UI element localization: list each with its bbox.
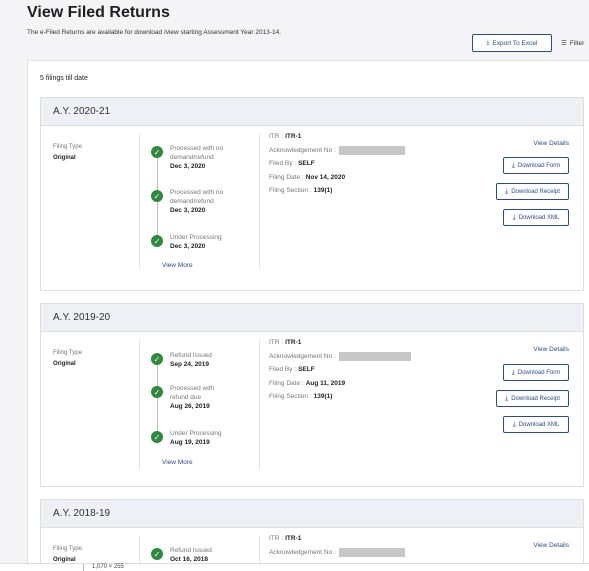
view-details-link[interactable]: View Details bbox=[533, 542, 569, 549]
check-icon: ✓ bbox=[151, 235, 163, 247]
assessment-year-title: A.Y. 2018-19 bbox=[41, 500, 583, 528]
ack-row: Acknowledgement No : bbox=[269, 144, 469, 158]
step-status: Refund Issued bbox=[170, 547, 212, 554]
check-icon: ✓ bbox=[151, 353, 163, 365]
filing-type-label: Filing Type bbox=[53, 350, 82, 356]
export-label: Export To Excel bbox=[492, 39, 538, 47]
filing-type: Filing Type Original bbox=[53, 537, 82, 563]
step-date: Aug 26, 2019 bbox=[170, 403, 210, 410]
itr-row: ITR : ITR-1 bbox=[269, 339, 302, 347]
filter-icon: ☰ bbox=[561, 40, 567, 47]
step-date: Dec 3, 2020 bbox=[170, 163, 206, 170]
download-icon: ⤓ bbox=[512, 420, 516, 428]
divider bbox=[139, 340, 140, 470]
timeline-step: ✓ Processed with refund due Aug 26, 2019 bbox=[151, 384, 230, 411]
download-icon: ⤓ bbox=[511, 368, 515, 376]
view-details-link[interactable]: View Details bbox=[533, 140, 569, 147]
filing-type-value: Original bbox=[53, 155, 76, 161]
filing-date-row: Filing Date : Nov 14, 2020 bbox=[269, 173, 346, 181]
assessment-year-title: A.Y. 2020-21 bbox=[41, 98, 583, 126]
filing-info: ITR : ITR-1 Acknowledgement No : Filed By… bbox=[269, 336, 469, 404]
assessment-year-title: A.Y. 2019-20 bbox=[41, 304, 583, 332]
filed-by-row: Filed By : SELF bbox=[269, 366, 315, 374]
download-icon: ⤓ bbox=[511, 161, 515, 169]
step-date: Sep 24, 2019 bbox=[170, 361, 210, 368]
itr-row: ITR : ITR-1 bbox=[269, 535, 302, 543]
filter-label: Filter bbox=[569, 39, 585, 47]
timeline-step: ✓ Refund Issued Oct 16, 2018 bbox=[151, 546, 212, 564]
check-icon: ✓ bbox=[151, 146, 163, 158]
filing-type-label: Filing Type bbox=[53, 144, 82, 150]
filing-card: A.Y. 2019-20 Filing Type Original ✓ Refu… bbox=[40, 303, 584, 487]
filing-type-value: Original bbox=[53, 361, 76, 367]
download-xml-button[interactable]: ⤓ Download XML bbox=[503, 416, 569, 433]
redacted-ack-number bbox=[338, 547, 405, 557]
redacted-ack-number bbox=[338, 145, 405, 155]
filings-count: 5 filings till date bbox=[40, 75, 88, 82]
timeline-step: ✓ Under Processing Dec 3, 2020 bbox=[151, 233, 222, 251]
ack-row: Acknowledgement No : bbox=[269, 350, 469, 364]
step-status: Processed with refund due bbox=[170, 385, 215, 401]
filing-section-row: Filing Section :139(1) bbox=[269, 187, 333, 195]
timeline-step: ✓ Under Processing Aug 19, 2019 bbox=[151, 429, 222, 447]
divider bbox=[139, 134, 140, 268]
timeline-step: ✓ Processed with no demand/refund Dec 3,… bbox=[151, 188, 236, 215]
check-icon: ✓ bbox=[151, 386, 163, 398]
download-icon: ⤓ bbox=[486, 39, 490, 46]
download-receipt-button[interactable]: ⤓ Download Receipt bbox=[496, 390, 569, 407]
filing-card: A.Y. 2018-19 Filing Type Original ✓ Refu… bbox=[40, 499, 584, 571]
view-more-link[interactable]: View More bbox=[162, 459, 193, 466]
divider bbox=[259, 134, 260, 268]
filing-type: Filing Type Original bbox=[53, 341, 82, 367]
ack-row: Acknowledgement No : bbox=[269, 546, 469, 560]
download-receipt-button[interactable]: ⤓ Download Receipt bbox=[496, 183, 569, 200]
step-date: Dec 3, 2020 bbox=[170, 243, 206, 250]
download-form-button[interactable]: ⤓ Download Form bbox=[503, 364, 569, 381]
divider bbox=[259, 340, 260, 470]
view-details-link[interactable]: View Details bbox=[533, 346, 569, 353]
timeline-step: ✓ Refund Issued Sep 24, 2019 bbox=[151, 351, 212, 369]
filing-date-row: Filing Date : Aug 11, 2019 bbox=[269, 379, 346, 387]
download-icon: ⤓ bbox=[512, 213, 516, 221]
download-form-button[interactable]: ⤓ Download Form bbox=[503, 157, 569, 174]
download-xml-button[interactable]: ⤓ Download XML bbox=[503, 209, 569, 226]
status-text: 1,070 × 255 bbox=[92, 564, 124, 570]
step-status: Under Processing bbox=[170, 234, 222, 241]
step-date: Dec 3, 2020 bbox=[170, 207, 206, 214]
step-status: Under Processing bbox=[170, 430, 222, 437]
filing-info: ITR : ITR-1 Acknowledgement No : bbox=[269, 532, 469, 559]
step-status: Processed with no demand/refund bbox=[170, 145, 224, 161]
step-date: Aug 19, 2019 bbox=[170, 439, 210, 446]
download-icon: ⤓ bbox=[505, 187, 509, 195]
page-subtitle: The e-Filed Returns are available for do… bbox=[27, 29, 282, 36]
check-icon: ✓ bbox=[151, 431, 163, 443]
filing-type: Filing Type Original bbox=[53, 135, 82, 161]
download-icon: ⤓ bbox=[505, 394, 509, 402]
step-status: Refund Issued bbox=[170, 352, 212, 359]
check-icon: ✓ bbox=[151, 190, 163, 202]
filing-info: ITR : ITR-1 Acknowledgement No : Filed By… bbox=[269, 130, 469, 198]
timeline-step: ✓ Processed with no demand/refund Dec 3,… bbox=[151, 144, 236, 171]
check-icon: ✓ bbox=[151, 548, 163, 560]
step-status: Processed with no demand/refund bbox=[170, 189, 224, 205]
divider bbox=[83, 564, 84, 571]
filter-button[interactable]: ☰ Filter bbox=[561, 39, 585, 48]
redacted-ack-number bbox=[338, 351, 411, 361]
filing-section-row: Filing Section :139(1) bbox=[269, 393, 333, 401]
bottom-status-bar: 1,070 × 255 bbox=[0, 563, 589, 571]
filing-card: A.Y. 2020-21 Filing Type Original ✓ Proc… bbox=[40, 97, 584, 291]
itr-row: ITR : ITR-1 bbox=[269, 133, 302, 141]
view-more-link[interactable]: View More bbox=[162, 262, 193, 269]
export-to-excel-button[interactable]: ⤓ Export To Excel bbox=[472, 34, 552, 52]
filing-type-label: Filing Type bbox=[53, 546, 82, 552]
page-title: View Filed Returns bbox=[27, 4, 170, 21]
filed-by-row: Filed By : SELF bbox=[269, 160, 315, 168]
